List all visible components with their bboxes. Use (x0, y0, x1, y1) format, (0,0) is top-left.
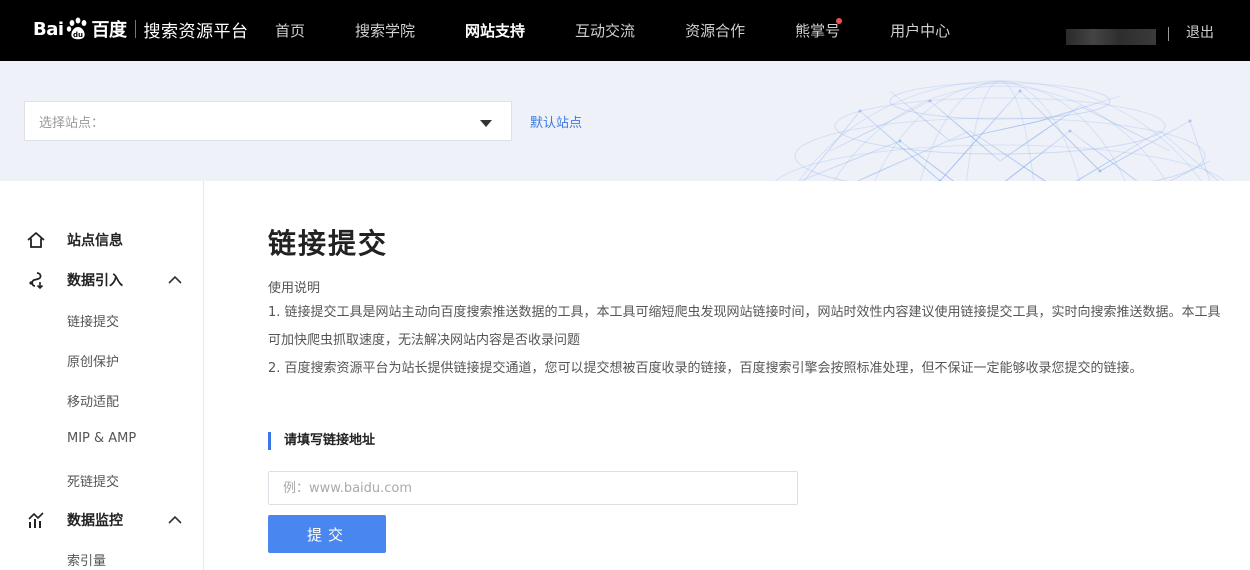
nav-label: 首页 (275, 22, 306, 40)
sidebar-subitem-mip-amp[interactable]: MIP & AMP (67, 431, 136, 446)
sidebar: 站点信息 数据引入 链接提交 原创保护 移动适配 MIP & AMP 死链提交 … (0, 181, 204, 570)
site-select-dropdown[interactable]: 选择站点： (24, 101, 512, 141)
nav-home[interactable]: 首页 (260, 0, 320, 61)
nav-resource-cooperation[interactable]: 资源合作 (670, 0, 760, 61)
header-divider (1168, 27, 1169, 41)
submit-button[interactable]: 提交 (268, 515, 386, 553)
description-paragraph-2: 2. 百度搜索资源平台为站长提供链接提交通道，您可以提交想被百度收录的链接，百度… (268, 361, 1143, 376)
sidebar-subitem-link-submit[interactable]: 链接提交 (67, 311, 119, 330)
nav-user-center[interactable]: 用户中心 (875, 0, 965, 61)
description-paragraph-1: 1. 链接提交工具是网站主动向百度搜索推送数据的工具，本工具可缩短爬虫发现网站链… (268, 305, 1221, 348)
baidu-logo[interactable]: Bai du 百度 搜索资源平台 (33, 14, 249, 44)
nav-label: 互动交流 (575, 22, 636, 40)
sidebar-item-label: 数据监控 (67, 513, 123, 529)
platform-name: 搜索资源平台 (143, 21, 249, 42)
logo-du-text: 百度 (91, 20, 128, 41)
sidebar-item-label: 站点信息 (67, 233, 123, 249)
logo-bai-text: Bai (33, 18, 64, 40)
nav-interaction[interactable]: 互动交流 (560, 0, 650, 61)
nav-label: 搜索学院 (355, 22, 416, 40)
top-navigation-bar: Bai du 百度 搜索资源平台 首页 搜索学院 网站支持 互动交流 资源合作 … (0, 0, 1250, 61)
sidebar-subitem-original-protection[interactable]: 原创保护 (67, 351, 119, 370)
default-site-link[interactable]: 默认站点 (530, 112, 582, 131)
sidebar-subitem-dead-link[interactable]: 死链提交 (67, 471, 119, 490)
chevron-up-icon (168, 515, 182, 524)
sidebar-item-site-info[interactable]: 站点信息 (0, 222, 203, 258)
nav-site-support[interactable]: 网站支持 (450, 0, 540, 61)
sidebar-item-data-monitor[interactable]: 数据监控 (0, 502, 203, 538)
data-import-icon (29, 272, 44, 290)
url-input[interactable] (268, 471, 798, 505)
sidebar-subitem-mobile-adapt[interactable]: 移动适配 (67, 391, 119, 410)
site-select-label: 选择站点： (39, 115, 105, 131)
nav-label: 用户中心 (890, 22, 951, 40)
baidu-paw-icon: du (66, 17, 86, 40)
chart-icon (28, 512, 44, 528)
nav-label: 资源合作 (685, 22, 746, 40)
nav-xiongzhang[interactable]: 熊掌号 (780, 0, 855, 61)
site-banner: 选择站点： 默认站点 (0, 61, 1250, 181)
sidebar-subitem-index-volume[interactable]: 索引量 (67, 550, 106, 569)
page-title: 链接提交 (268, 227, 389, 260)
username-redacted[interactable] (1066, 29, 1156, 45)
sidebar-item-data-import[interactable]: 数据引入 (0, 262, 203, 298)
logout-link[interactable]: 退出 (1186, 22, 1214, 42)
caret-down-icon (480, 120, 492, 127)
logo-divider (134, 20, 136, 38)
usage-heading: 使用说明 (268, 281, 321, 296)
nav-label: 熊掌号 (795, 22, 841, 40)
sidebar-item-label: 数据引入 (67, 273, 123, 289)
main-nav: 首页 搜索学院 网站支持 互动交流 资源合作 熊掌号 用户中心 (260, 0, 965, 61)
notification-dot (836, 18, 843, 24)
nav-search-academy[interactable]: 搜索学院 (340, 0, 430, 61)
chevron-up-icon (168, 275, 182, 284)
globe-decoration (774, 80, 1226, 181)
svg-text:du: du (73, 31, 83, 39)
section-heading: 请填写链接地址 (268, 432, 375, 450)
home-icon (27, 232, 45, 248)
nav-label: 网站支持 (465, 22, 526, 40)
